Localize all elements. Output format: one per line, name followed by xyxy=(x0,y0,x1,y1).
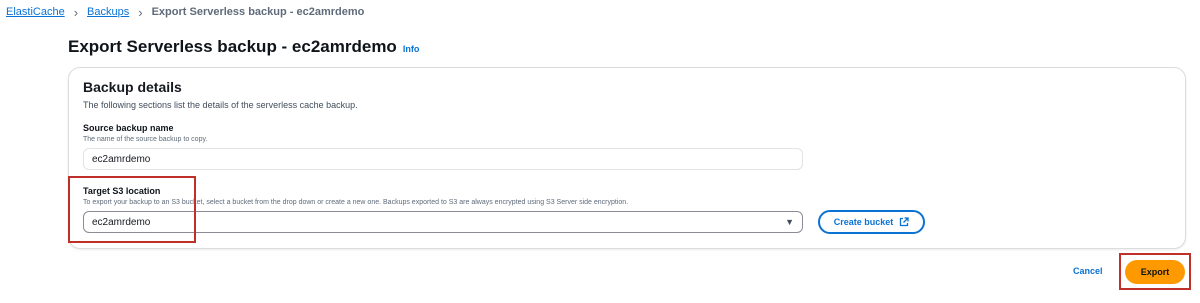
page-title: Export Serverless backup - ec2amrdemo xyxy=(68,37,397,56)
target-s3-description: To export your backup to an S3 bucket, s… xyxy=(83,199,629,206)
chevron-right-icon: › xyxy=(73,4,79,20)
target-s3-select[interactable]: ec2amrdemo ▼ xyxy=(83,211,803,233)
chevron-right-icon: › xyxy=(138,4,143,20)
breadcrumb: ElastiCache › Backups › Export Serverles… xyxy=(6,4,365,20)
source-backup-value: ec2amrdemo xyxy=(92,153,151,165)
create-bucket-label: Create bucket xyxy=(833,217,894,227)
breadcrumb-current: Export Serverless backup - ec2amrdemo xyxy=(151,6,365,18)
breadcrumb-elasticache[interactable]: ElastiCache xyxy=(6,6,65,18)
export-label: Export xyxy=(1140,267,1170,277)
section-description: The following sections list the details … xyxy=(83,100,358,110)
source-backup-name-field[interactable]: ec2amrdemo xyxy=(83,148,803,170)
target-s3-label: Target S3 location xyxy=(83,186,161,196)
section-title: Backup details xyxy=(83,79,182,95)
source-backup-label: Source backup name xyxy=(83,123,174,133)
page-header: Export Serverless backup - ec2amrdemo In… xyxy=(68,37,419,57)
cancel-button[interactable]: Cancel xyxy=(1073,266,1103,276)
breadcrumb-backups[interactable]: Backups xyxy=(87,6,129,18)
export-button[interactable]: Export xyxy=(1125,260,1185,284)
source-backup-description: The name of the source backup to copy. xyxy=(83,136,208,143)
target-s3-value: ec2amrdemo xyxy=(92,216,151,228)
caret-down-icon: ▼ xyxy=(785,217,794,227)
external-link-icon xyxy=(899,217,909,227)
create-bucket-button[interactable]: Create bucket xyxy=(818,210,925,234)
backup-details-panel: Backup details The following sections li… xyxy=(68,67,1186,249)
info-link[interactable]: Info xyxy=(403,44,420,54)
